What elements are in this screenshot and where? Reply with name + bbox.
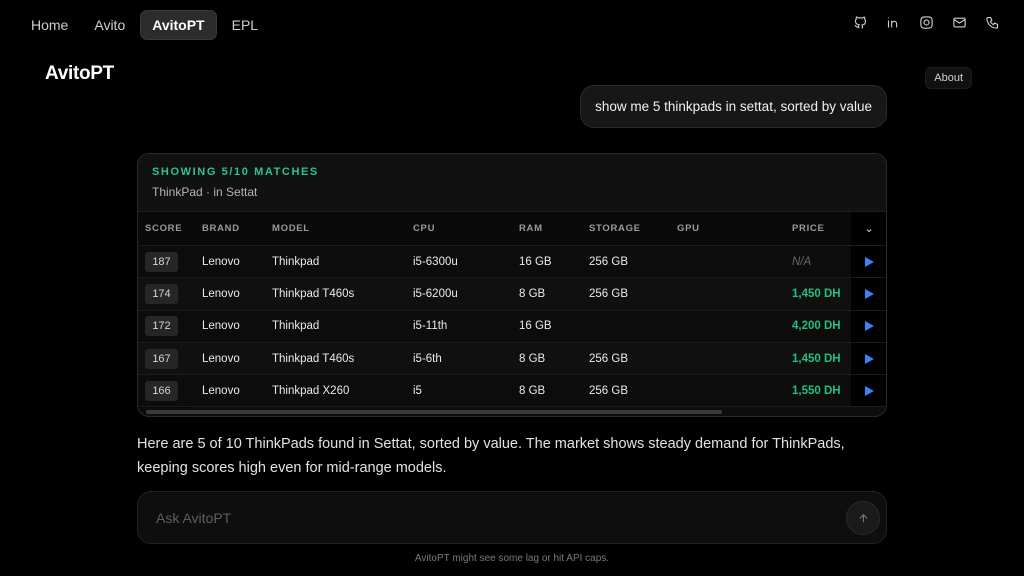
results-table: SCORE BRAND MODEL CPU RAM STORAGE GPU PR… <box>138 212 886 408</box>
instagram-icon[interactable] <box>918 14 934 30</box>
cpu-cell: i5 <box>413 384 422 397</box>
results-title: SHOWING 5/10 MATCHES <box>152 166 319 178</box>
about-button[interactable]: About <box>925 67 972 89</box>
table-row[interactable]: 187 Lenovo Thinkpad i5-6300u 16 GB 256 GB N/A <box>138 246 886 279</box>
price-cell: 1,450 DH <box>792 352 841 365</box>
column-header-ram[interactable]: RAM <box>519 212 543 245</box>
github-icon[interactable] <box>852 14 868 30</box>
score-badge: 167 <box>145 348 178 369</box>
open-listing-button[interactable] <box>851 246 886 278</box>
play-icon <box>865 288 874 299</box>
score-cell: 166 <box>145 375 178 406</box>
score-cell: 187 <box>145 246 178 277</box>
table-header-row: SCORE BRAND MODEL CPU RAM STORAGE GPU PR… <box>138 212 886 246</box>
open-listing-button[interactable] <box>851 375 886 407</box>
table-row[interactable]: 166 Lenovo Thinkpad X260 i5 8 GB 256 GB 1,550 … <box>138 375 886 408</box>
score-cell: 174 <box>145 278 178 309</box>
brand-cell: Lenovo <box>202 255 240 268</box>
nav-avitopt[interactable]: AvitoPT <box>140 10 217 40</box>
column-header-model[interactable]: MODEL <box>272 212 310 245</box>
top-nav: Home Avito AvitoPT EPL <box>20 10 269 40</box>
score-badge: 166 <box>145 380 178 401</box>
user-message: show me 5 thinkpads in settat, sorted by… <box>580 85 887 128</box>
results-header: SHOWING 5/10 MATCHES ThinkPad · in Setta… <box>138 154 886 212</box>
footnote: AvitoPT might see some lag or hit API ca… <box>414 553 610 564</box>
phone-icon[interactable] <box>984 14 1000 30</box>
table-row[interactable]: 167 Lenovo Thinkpad T460s i5-6th 8 GB 256 GB 1… <box>138 342 886 376</box>
brand-logo[interactable]: AvitoPT <box>45 63 114 85</box>
model-cell: Thinkpad T460s <box>272 287 355 300</box>
ram-cell: 16 GB <box>519 320 552 333</box>
price-cell: 4,200 DH <box>792 320 841 333</box>
play-icon <box>865 385 874 396</box>
composer <box>137 491 887 544</box>
score-cell: 172 <box>145 311 178 342</box>
chevron-down-icon[interactable]: ⌄ <box>851 212 886 245</box>
table-row[interactable]: 172 Lenovo Thinkpad i5-11th 16 GB 4,200 DH <box>138 310 886 343</box>
column-header-score[interactable]: SCORE <box>145 212 182 245</box>
brand-cell: Lenovo <box>202 320 240 333</box>
price-cell: 1,550 DH <box>792 384 841 397</box>
brand-cell: Lenovo <box>202 384 240 397</box>
horizontal-scrollbar[interactable] <box>146 410 722 414</box>
cpu-cell: i5-6200u <box>413 287 458 300</box>
price-cell: N/A <box>792 255 812 268</box>
score-badge: 187 <box>145 251 178 272</box>
brand-cell: Lenovo <box>202 352 240 365</box>
storage-cell: 256 GB <box>589 255 628 268</box>
assistant-answer: Here are 5 of 10 ThinkPads found in Sett… <box>137 436 845 476</box>
results-subtitle: ThinkPad · in Settat <box>152 185 258 199</box>
price-cell: 1,450 DH <box>792 287 841 300</box>
cpu-cell: i5-11th <box>413 320 448 333</box>
open-listing-button[interactable] <box>851 310 886 342</box>
storage-cell: 256 GB <box>589 384 628 397</box>
play-icon <box>865 353 874 364</box>
column-header-gpu[interactable]: GPU <box>677 212 700 245</box>
cpu-cell: i5-6th <box>413 352 442 365</box>
results-card: SHOWING 5/10 MATCHES ThinkPad · in Setta… <box>137 153 887 417</box>
score-cell: 167 <box>145 343 178 374</box>
model-cell: Thinkpad X260 <box>272 384 350 397</box>
brand-cell: Lenovo <box>202 287 240 300</box>
mail-icon[interactable] <box>951 14 967 30</box>
nav-avito[interactable]: Avito <box>83 10 136 40</box>
nav-epl[interactable]: EPL <box>221 10 269 40</box>
open-listing-button[interactable] <box>851 278 886 310</box>
nav-home[interactable]: Home <box>20 10 79 40</box>
ask-input[interactable] <box>156 508 836 528</box>
column-header-storage[interactable]: STORAGE <box>589 212 641 245</box>
storage-cell: 256 GB <box>589 352 628 365</box>
play-icon <box>865 321 874 332</box>
column-header-brand[interactable]: BRAND <box>202 212 240 245</box>
send-button[interactable] <box>846 501 880 535</box>
model-cell: Thinkpad T460s <box>272 352 355 365</box>
ram-cell: 16 GB <box>519 255 552 268</box>
score-badge: 172 <box>145 316 178 337</box>
model-cell: Thinkpad <box>272 320 320 333</box>
linkedin-icon[interactable] <box>885 14 901 30</box>
column-header-price[interactable]: PRICE <box>792 212 825 245</box>
social-links <box>852 14 1000 30</box>
column-header-cpu[interactable]: CPU <box>413 212 435 245</box>
arrow-up-icon <box>858 513 868 522</box>
storage-cell: 256 GB <box>589 287 628 300</box>
model-cell: Thinkpad <box>272 255 320 268</box>
ram-cell: 8 GB <box>519 384 546 397</box>
cpu-cell: i5-6300u <box>413 255 458 268</box>
ram-cell: 8 GB <box>519 287 546 300</box>
play-icon <box>865 256 874 267</box>
open-listing-button[interactable] <box>851 342 886 375</box>
ram-cell: 8 GB <box>519 352 546 365</box>
score-badge: 174 <box>145 283 178 304</box>
table-row[interactable]: 174 Lenovo Thinkpad T460s i5-6200u 8 GB 256 G… <box>138 278 886 311</box>
